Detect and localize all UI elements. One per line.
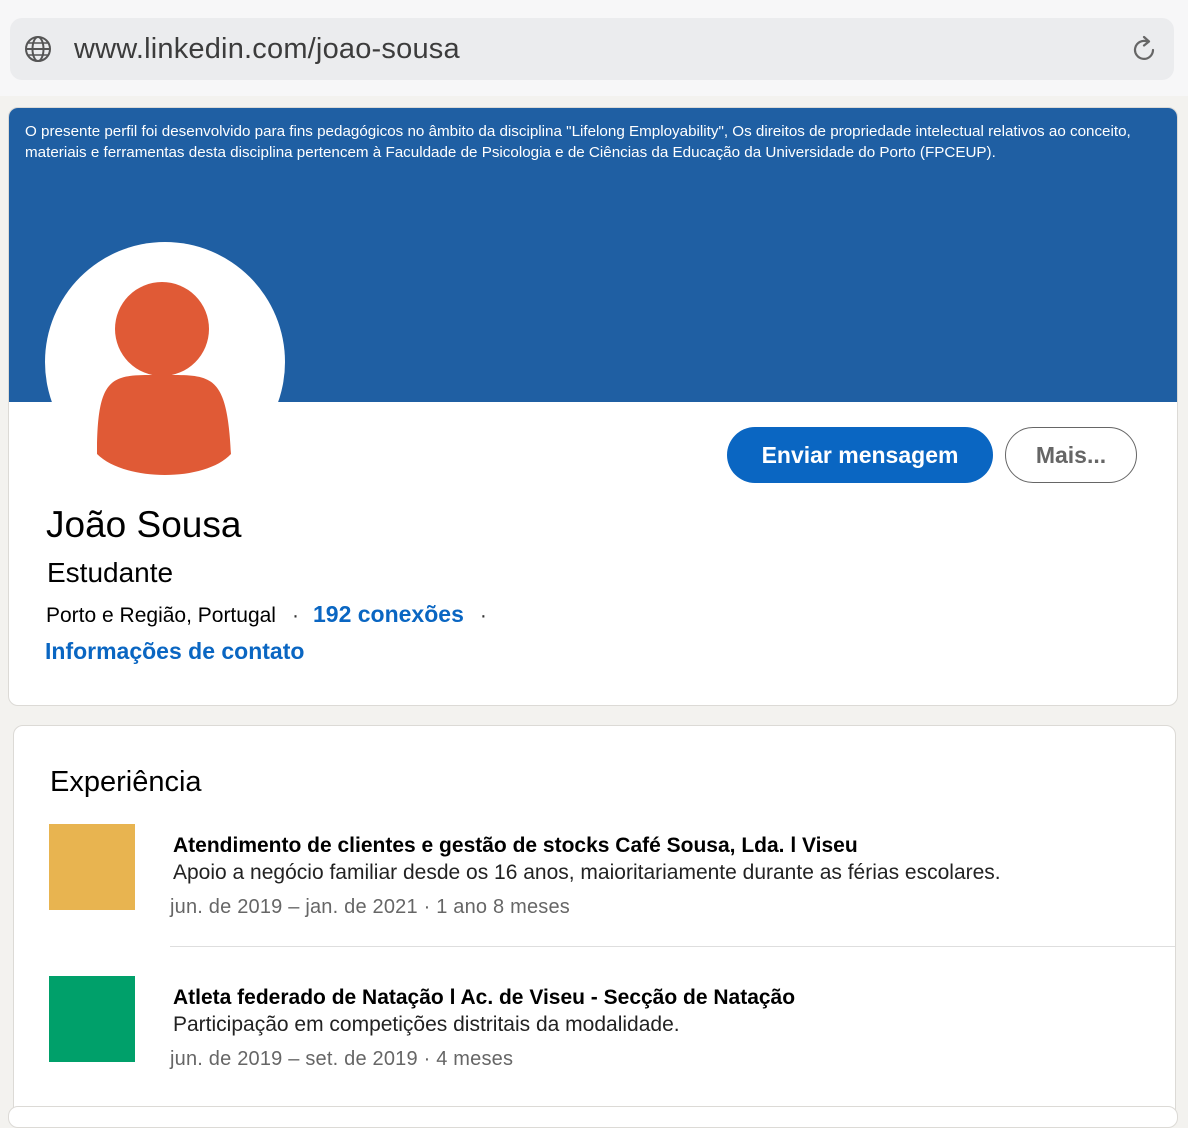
profile-location: Porto e Região, Portugal [46, 604, 276, 627]
banner-notice: O presente perfil foi desenvolvido para … [25, 123, 1131, 161]
experience-dates: jun. de 2019 – set. de 2019 · 4 meses [170, 1048, 514, 1070]
person-icon [97, 282, 231, 475]
avatar[interactable] [45, 242, 285, 482]
experience-description: Apoio a negócio familiar desde os 16 ano… [173, 861, 1001, 884]
section-title: Experiência [50, 766, 202, 798]
more-button[interactable]: Mais... [1005, 427, 1137, 483]
browser-toolbar: www.linkedin.com/joao-sousa [0, 0, 1188, 96]
experience-description: Participação em competições distritais d… [173, 1013, 680, 1036]
connections-link[interactable]: 192 conexões [313, 601, 464, 627]
experience-dates: jun. de 2019 – jan. de 2021 · 1 ano 8 me… [170, 896, 570, 918]
reload-icon[interactable] [1130, 34, 1160, 64]
company-logo[interactable] [49, 976, 135, 1062]
send-message-button[interactable]: Enviar mensagem [727, 427, 993, 483]
url-text[interactable]: www.linkedin.com/joao-sousa [74, 33, 460, 66]
profile-card: O presente perfil foi desenvolvido para … [8, 107, 1178, 706]
experience-title[interactable]: Atendimento de clientes e gestão de stoc… [173, 834, 858, 858]
next-section-card [8, 1106, 1178, 1128]
separator-dot: · [291, 604, 299, 627]
profile-headline: Estudante [47, 557, 174, 588]
profile-meta: Porto e Região, Portugal · 192 conexões · [46, 601, 501, 628]
separator-dot: · [479, 604, 487, 627]
profile-name: João Sousa [46, 504, 242, 545]
divider [170, 946, 1175, 947]
globe-icon [25, 36, 51, 62]
experience-title[interactable]: Atleta federado de Natação l Ac. de Vise… [173, 986, 795, 1010]
contact-info-link[interactable]: Informações de contato [45, 638, 304, 665]
company-logo[interactable] [49, 824, 135, 910]
address-bar[interactable]: www.linkedin.com/joao-sousa [10, 18, 1174, 80]
experience-section: Experiência Atendimento de clientes e ge… [13, 725, 1176, 1127]
